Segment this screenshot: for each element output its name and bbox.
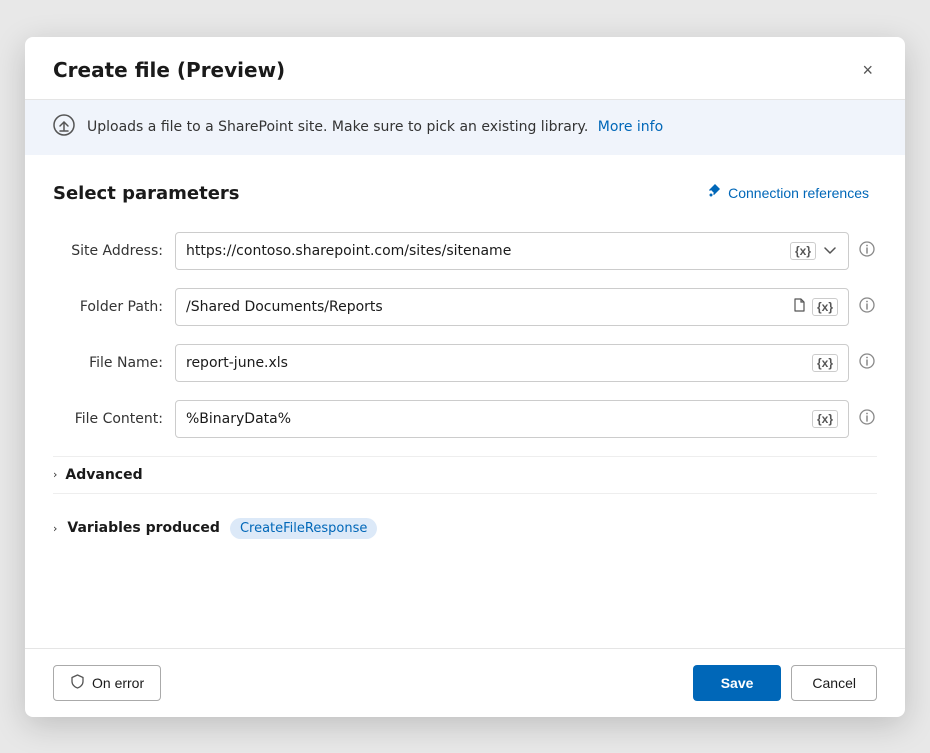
advanced-chevron-icon: › [53,468,57,481]
form-row: File Content: %BinaryData% {x} [53,400,877,438]
file-icon [792,298,806,316]
info-button[interactable] [857,351,877,374]
curly-bracket-button[interactable]: {x} [790,242,816,260]
section-title: Select parameters [53,183,240,204]
input-value: https://contoso.sharepoint.com/sites/sit… [186,243,782,259]
variable-badge: CreateFileResponse [230,518,377,539]
upload-icon [53,114,75,141]
input-box[interactable]: /Shared Documents/Reports {x} [175,288,849,326]
field-label: Site Address: [53,243,163,259]
dialog-body: Select parameters Connection references … [25,155,905,648]
input-icons: {x} [812,410,838,428]
connection-references-button[interactable]: Connection references [698,179,877,208]
input-icons: {x} [790,242,838,260]
on-error-label: On error [92,675,144,691]
variables-section[interactable]: › Variables produced CreateFileResponse [53,508,877,549]
close-button[interactable]: × [858,57,877,83]
cancel-button[interactable]: Cancel [791,665,877,701]
section-header: Select parameters Connection references [53,179,877,208]
input-icons: {x} [792,298,838,316]
input-icons: {x} [812,354,838,372]
curly-bracket-button[interactable]: {x} [812,354,838,372]
input-box[interactable]: report-june.xls {x} [175,344,849,382]
field-container: /Shared Documents/Reports {x} [175,288,877,326]
input-value: report-june.xls [186,355,804,371]
dropdown-button[interactable] [822,243,838,258]
info-button[interactable] [857,239,877,262]
dialog-footer: On error Save Cancel [25,648,905,717]
advanced-section[interactable]: › Advanced [53,456,877,494]
form-fields: Site Address: https://contoso.sharepoint.… [53,232,877,438]
create-file-dialog: Create file (Preview) × Uploads a file t… [25,37,905,717]
input-value: /Shared Documents/Reports [186,299,784,315]
field-container: %BinaryData% {x} [175,400,877,438]
info-button[interactable] [857,295,877,318]
advanced-label: Advanced [65,467,142,483]
info-banner: Uploads a file to a SharePoint site. Mak… [25,100,905,155]
dialog-header: Create file (Preview) × [25,37,905,100]
save-button[interactable]: Save [693,665,782,701]
form-row: Site Address: https://contoso.sharepoint.… [53,232,877,270]
field-container: https://contoso.sharepoint.com/sites/sit… [175,232,877,270]
dialog-title: Create file (Preview) [53,58,285,82]
connection-ref-label: Connection references [728,185,869,201]
info-button[interactable] [857,407,877,430]
input-value: %BinaryData% [186,411,804,427]
field-label: File Content: [53,411,163,427]
variables-chevron-icon: › [53,522,57,535]
curly-bracket-button[interactable]: {x} [812,410,838,428]
curly-bracket-button[interactable]: {x} [812,298,838,316]
footer-right: Save Cancel [693,665,877,701]
form-row: File Name: report-june.xls {x} [53,344,877,382]
input-box[interactable]: https://contoso.sharepoint.com/sites/sit… [175,232,849,270]
variables-label: Variables produced [67,520,220,536]
field-label: File Name: [53,355,163,371]
shield-icon [70,674,85,692]
field-label: Folder Path: [53,299,163,315]
banner-text: Uploads a file to a SharePoint site. Mak… [87,119,663,135]
form-row: Folder Path: /Shared Documents/Reports {x} [53,288,877,326]
on-error-button[interactable]: On error [53,665,161,701]
more-info-link[interactable]: More info [598,119,663,135]
input-box[interactable]: %BinaryData% {x} [175,400,849,438]
plug-icon [706,183,722,204]
field-container: report-june.xls {x} [175,344,877,382]
